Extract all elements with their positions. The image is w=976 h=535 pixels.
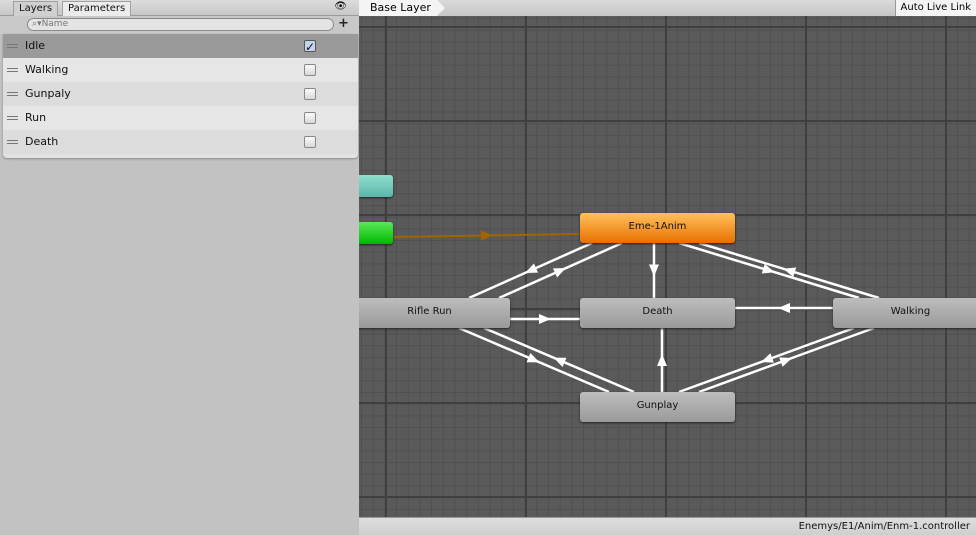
tab-layers[interactable]: Layers — [13, 1, 59, 16]
parameter-name: Walking — [25, 63, 69, 76]
transition-arrow-icon — [553, 357, 567, 367]
parameter-row-death[interactable]: Death — [3, 130, 358, 154]
transition-arrow-icon — [779, 357, 793, 367]
transition-arrow-icon — [760, 353, 774, 363]
parameter-checkbox[interactable] — [304, 64, 316, 76]
search-icon: ⌕▾ — [32, 19, 42, 29]
transition-arrow-icon — [657, 354, 667, 366]
any-state-node[interactable] — [359, 175, 393, 197]
parameter-list: Idle Walking Gunpaly Run Death — [3, 34, 358, 158]
state-rifle-run[interactable]: Rifle Run — [359, 298, 510, 328]
transition-arrow-icon — [480, 230, 493, 241]
graph-header: Base Layer Auto Live Link — [359, 0, 976, 16]
parameter-name: Run — [25, 111, 47, 124]
search-placeholder: Name — [41, 19, 69, 29]
drag-handle-icon[interactable] — [7, 92, 18, 96]
parameter-name: Idle — [25, 39, 46, 52]
parameter-row-run[interactable]: Run — [3, 106, 358, 130]
drag-handle-icon[interactable] — [7, 140, 18, 144]
animator-graph[interactable]: Eme-1Anim Rifle Run Death Walking Gunpla… — [359, 16, 976, 517]
parameter-name: Gunpaly — [25, 87, 71, 100]
entry-node[interactable] — [359, 222, 393, 244]
state-eme-1anim[interactable]: Eme-1Anim — [580, 213, 735, 243]
status-bar-path: Enemys/E1/Anim/Enm-1.controller — [359, 517, 976, 535]
parameter-checkbox[interactable] — [304, 35, 316, 59]
parameter-checkbox[interactable] — [304, 88, 316, 100]
transition-arrow-icon — [526, 353, 540, 363]
state-gunplay[interactable]: Gunplay — [580, 392, 735, 422]
add-parameter-button[interactable]: + — [338, 17, 349, 31]
parameter-row-walking[interactable]: Walking — [3, 58, 358, 82]
parameter-checkbox[interactable] — [304, 112, 316, 124]
drag-handle-icon[interactable] — [7, 116, 18, 120]
parameters-panel: Layers Parameters 👁 ⌕▾Name + Idle Walking… — [0, 0, 359, 535]
transition-arrow-icon — [778, 303, 790, 313]
panel-tab-bar: Layers Parameters 👁 — [0, 0, 359, 16]
breadcrumb-base-layer[interactable]: Base Layer — [359, 0, 445, 16]
parameter-name: Death — [25, 135, 59, 148]
transition-arrow-icon — [649, 264, 659, 277]
parameter-row-idle[interactable]: Idle — [3, 34, 358, 59]
tab-parameters[interactable]: Parameters — [62, 1, 132, 16]
state-walking[interactable]: Walking — [833, 298, 976, 328]
transitions — [393, 230, 880, 394]
transition-arrow-icon — [539, 314, 551, 324]
state-death[interactable]: Death — [580, 298, 735, 328]
search-input[interactable]: ⌕▾Name — [27, 18, 334, 31]
parameter-checkbox[interactable] — [304, 136, 316, 148]
parameter-row-gunpaly[interactable]: Gunpaly — [3, 82, 358, 106]
auto-live-link-button[interactable]: Auto Live Link — [894, 0, 976, 16]
search-row: ⌕▾Name + — [0, 16, 359, 34]
eye-icon[interactable]: 👁 — [334, 1, 347, 12]
drag-handle-icon[interactable] — [7, 68, 18, 72]
drag-handle-icon[interactable] — [7, 44, 18, 48]
